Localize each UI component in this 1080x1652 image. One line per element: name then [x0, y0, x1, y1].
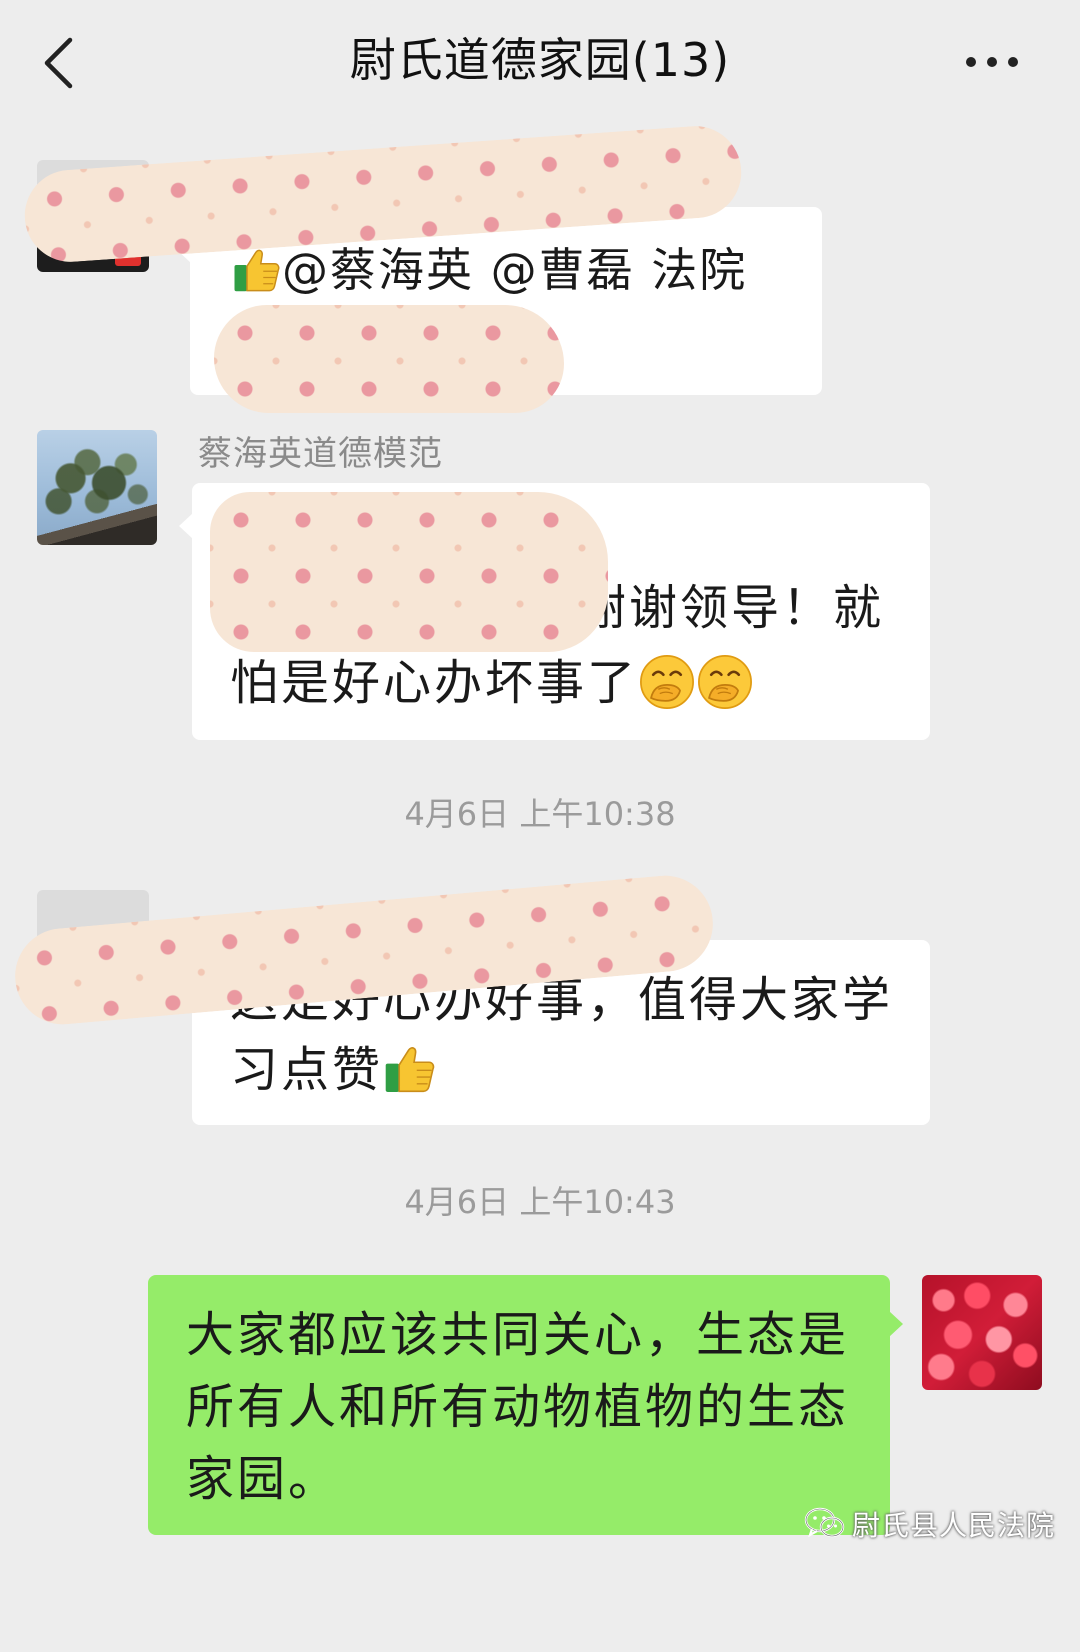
message-line: 谢谢领导！就 — [578, 580, 885, 636]
timestamp: 4月6日 上午10:38 — [404, 795, 676, 833]
message-line: 大家都应该共同关心，生态是 — [186, 1307, 850, 1363]
more-dots-icon — [966, 57, 1018, 67]
chat-screen: 尉氏道德家园(13) @蔡海英 @曹磊 法院 蔡海英道德模范 谢谢领导！就 怕是… — [0, 0, 1080, 1652]
message-bubble-sent[interactable]: 大家都应该共同关心，生态是 所有人和所有动物植物的生态 家园。 — [148, 1275, 903, 1535]
my-avatar[interactable] — [922, 1275, 1042, 1390]
face-with-hand-over-mouth-icon — [698, 655, 752, 709]
message-text: 习点赞 — [230, 1042, 384, 1098]
message-line: 习点赞 — [230, 1035, 930, 1105]
watermark-text: 尉氏县人民法院 — [852, 1509, 1056, 1542]
avatar[interactable] — [37, 430, 157, 545]
message-text: @蔡海英 @曹磊 法院 — [282, 243, 748, 297]
sender-name: 蔡海英道德模范 — [198, 434, 443, 474]
chat-title: 尉氏道德家园(13) — [349, 33, 731, 87]
message-line: @蔡海英 @曹磊 法院 — [232, 235, 822, 305]
message-line: 怕是好心办坏事了 — [230, 648, 754, 718]
message-text: 怕是好心办坏事了 — [230, 655, 639, 711]
wechat-icon — [804, 1507, 845, 1538]
face-with-hand-over-mouth-icon — [640, 655, 694, 709]
redaction-scribble — [214, 305, 564, 413]
back-button[interactable] — [40, 36, 76, 90]
message-line: 所有人和所有动物植物的生态 — [186, 1379, 850, 1435]
timestamp: 4月6日 上午10:43 — [404, 1183, 676, 1221]
thumbs-up-icon — [234, 249, 280, 291]
watermark: 尉氏县人民法院 — [804, 1502, 1055, 1546]
chevron-left-icon — [44, 37, 73, 89]
more-button[interactable] — [962, 50, 1022, 74]
chat-header: 尉氏道德家园(13) — [0, 0, 1080, 120]
redaction-scribble — [210, 492, 608, 652]
thumbs-up-icon — [385, 1047, 435, 1093]
message-line: 家园。 — [186, 1451, 340, 1507]
